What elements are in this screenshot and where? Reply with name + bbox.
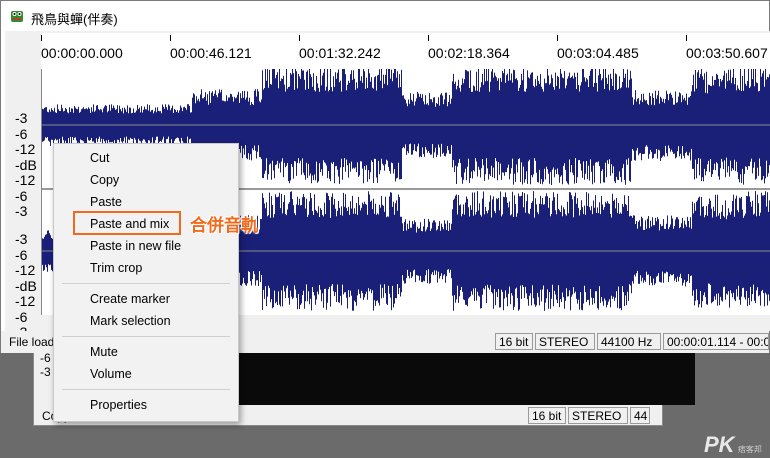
menu-item-volume[interactable]: Volume <box>54 363 238 385</box>
db-label: -6 <box>15 248 27 262</box>
watermark-sub: 痞客邦 <box>738 445 762 454</box>
timeline-ruler[interactable]: 00:00:00.000 00:00:46.121 00:01:32.242 0… <box>41 33 770 69</box>
sample-rate-field: 44100 Hz <box>597 333 661 350</box>
timeline-tick: 00:00:46.121 <box>170 45 252 61</box>
menu-item-mark-selection[interactable]: Mark selection <box>54 310 238 332</box>
menu-item-create-marker[interactable]: Create marker <box>54 288 238 310</box>
menu-separator <box>62 389 230 390</box>
db-label: -6 <box>15 189 27 203</box>
position-field: 00:00:01.114 - 00:0 <box>663 333 769 350</box>
watermark: PK 痞客邦 <box>704 432 762 458</box>
db-label: -12 <box>15 142 35 156</box>
db-label: -3 <box>15 204 27 218</box>
timeline-tick: 00:01:32.242 <box>299 45 381 61</box>
db-label: -6 <box>15 127 27 141</box>
background-channels: STEREO <box>568 407 628 424</box>
bit-depth-field: 16 bit <box>495 333 533 350</box>
db-label: -12 <box>15 263 35 277</box>
db-label: -3 <box>15 232 27 246</box>
menu-separator <box>62 336 230 337</box>
annotation-label: 合併音軌 <box>190 211 258 236</box>
watermark-logo: PK <box>704 432 735 457</box>
channels-field: STEREO <box>535 333 595 350</box>
db-label: -12 <box>15 173 35 187</box>
db-label: -dB <box>15 279 37 293</box>
timeline-tick: 00:03:04.485 <box>557 45 639 61</box>
background-bit-depth: 16 bit <box>528 407 566 424</box>
timeline-tick: 00:02:18.364 <box>428 45 510 61</box>
timeline-tick: 00:03:50.607 <box>686 45 768 61</box>
menu-separator <box>62 283 230 284</box>
menu-item-paste[interactable]: Paste <box>54 191 238 213</box>
menu-item-paste-in-new-file[interactable]: Paste in new file <box>54 235 238 257</box>
db-label: -3 <box>15 111 27 125</box>
db-label: -12 <box>15 294 35 308</box>
title-bar[interactable]: 飛鳥與蟬(伴奏) <box>1 1 769 31</box>
menu-item-mute[interactable]: Mute <box>54 341 238 363</box>
menu-item-properties[interactable]: Properties <box>54 394 238 416</box>
window-title: 飛鳥與蟬(伴奏) <box>31 9 118 28</box>
frog-app-icon <box>9 8 25 24</box>
menu-item-cut[interactable]: Cut <box>54 147 238 169</box>
menu-item-trim-crop[interactable]: Trim crop <box>54 257 238 279</box>
highlight-box <box>73 211 181 235</box>
background-sample-rate: 44 <box>630 407 650 424</box>
db-scale: -3 -6 -12 -dB -12 -6 -3 -3 -6 -12 -dB -1… <box>9 69 41 331</box>
menu-item-copy[interactable]: Copy <box>54 169 238 191</box>
db-label: -6 <box>15 310 27 324</box>
timeline-tick: 00:00:00.000 <box>41 45 123 61</box>
db-label: -dB <box>15 158 37 172</box>
context-menu: Cut Copy Paste Paste and mix Paste in ne… <box>53 143 239 422</box>
